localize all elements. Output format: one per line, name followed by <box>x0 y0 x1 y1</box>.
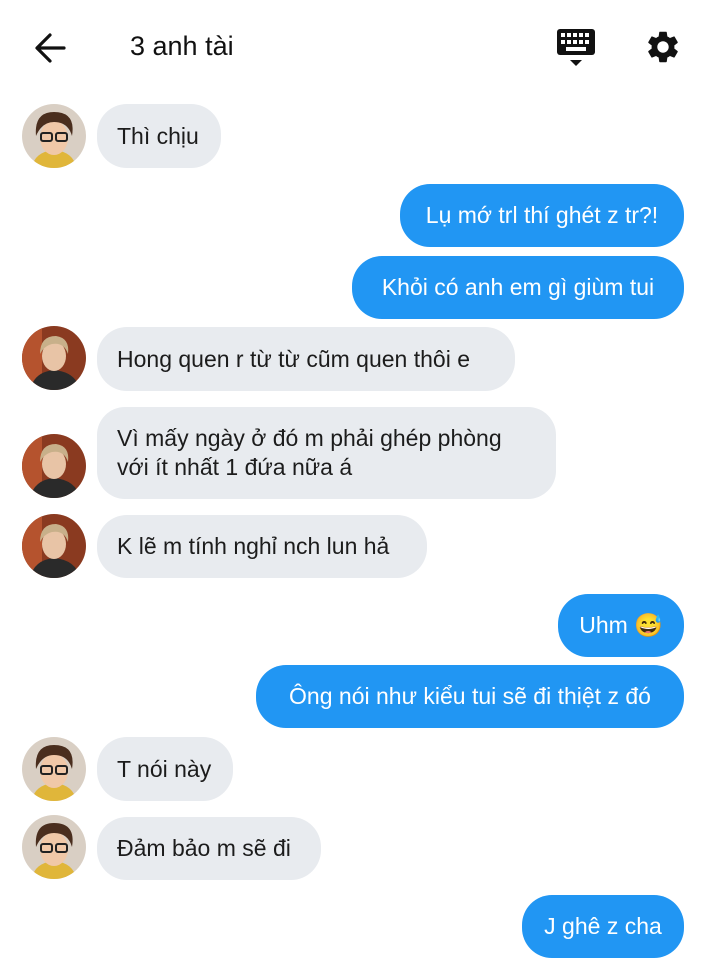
avatar-glasses[interactable] <box>22 815 86 879</box>
incoming-message[interactable]: K lẽ m tính nghỉ nch lun hả <box>97 515 427 578</box>
incoming-message[interactable]: Thì chịu <box>97 104 221 168</box>
keyboard-icon[interactable] <box>556 28 596 70</box>
outgoing-message[interactable]: J ghê z cha <box>522 895 684 958</box>
avatar-glasses[interactable] <box>22 737 86 801</box>
incoming-message[interactable]: Đảm bảo m sẽ đi <box>97 817 321 880</box>
outgoing-message[interactable]: Lụ mớ trl thí ghét z tr?! <box>400 184 684 247</box>
arrow-left-icon[interactable] <box>33 31 67 65</box>
avatar-dark[interactable] <box>22 514 86 578</box>
chat-title: 3 anh tài <box>130 31 234 61</box>
message-line: với ít nhất 1 đứa nữa á <box>117 454 353 480</box>
outgoing-message[interactable]: Khỏi có anh em gì giùm tui <box>352 256 684 319</box>
avatar-dark[interactable] <box>22 326 86 390</box>
incoming-message[interactable]: Hong quen r từ từ cũm quen thôi e <box>97 327 515 391</box>
avatar-glasses[interactable] <box>22 104 86 168</box>
message-line: Vì mấy ngày ở đó m phải ghép phòng <box>117 425 502 451</box>
incoming-message[interactable]: Vì mấy ngày ở đó m phải ghép phòng với í… <box>97 407 556 499</box>
avatar-dark[interactable] <box>22 434 86 498</box>
outgoing-message[interactable]: Ông nói như kiểu tui sẽ đi thiệt z đó <box>256 665 684 728</box>
gear-icon[interactable] <box>644 28 682 66</box>
outgoing-message[interactable]: Uhm 😅 <box>558 594 684 657</box>
chat-header: 3 anh tài <box>0 0 706 95</box>
incoming-message[interactable]: T nói này <box>97 737 233 801</box>
